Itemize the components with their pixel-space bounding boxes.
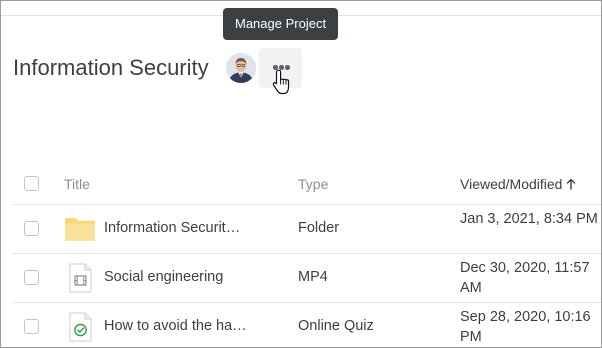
row-checkbox[interactable] <box>24 270 39 285</box>
app-window: Manage Project Information Security Titl… <box>0 0 602 348</box>
table-row[interactable]: Social engineering MP4 Dec 30, 2020, 11:… <box>13 254 601 303</box>
column-header-viewed-label: Viewed/Modified <box>460 176 563 192</box>
item-date: Jan 3, 2021, 8:34 PM <box>460 211 598 227</box>
item-date: Sep 28, 2020, 10:16 PM <box>460 309 591 345</box>
item-type: Folder <box>298 220 340 236</box>
table-header: Title Type Viewed/Modified <box>13 161 601 205</box>
content-table: Title Type Viewed/Modified Information S… <box>13 161 601 347</box>
item-date: Dec 30, 2020, 11:57 AM <box>460 260 590 296</box>
row-checkbox[interactable] <box>24 319 39 334</box>
item-title[interactable]: Information Securit… <box>104 220 254 237</box>
column-header-viewed-modified[interactable]: Viewed/Modified <box>460 176 576 193</box>
item-type: Online Quiz <box>298 318 374 334</box>
folder-icon <box>65 218 95 241</box>
column-header-title[interactable]: Title <box>64 176 90 193</box>
table-row[interactable]: How to avoid the ha… Online Quiz Sep 28,… <box>13 303 601 347</box>
row-checkbox[interactable] <box>24 221 39 236</box>
video-file-icon <box>69 263 92 293</box>
table-row[interactable]: Information Securit… Folder Jan 3, 2021,… <box>13 205 601 254</box>
select-all-checkbox[interactable] <box>24 176 39 191</box>
item-type: MP4 <box>298 269 328 285</box>
hand-pointer-cursor-icon <box>272 69 290 95</box>
column-header-type[interactable]: Type <box>298 176 328 193</box>
item-title[interactable]: How to avoid the ha… <box>104 318 254 335</box>
page-title: Information Security <box>13 55 209 80</box>
user-avatar-photo <box>226 53 256 83</box>
manage-project-tooltip: Manage Project <box>223 8 339 40</box>
arrow-up-icon <box>567 178 576 190</box>
quiz-check-icon <box>69 312 92 342</box>
item-title[interactable]: Social engineering <box>104 269 254 286</box>
avatar[interactable] <box>226 53 256 83</box>
